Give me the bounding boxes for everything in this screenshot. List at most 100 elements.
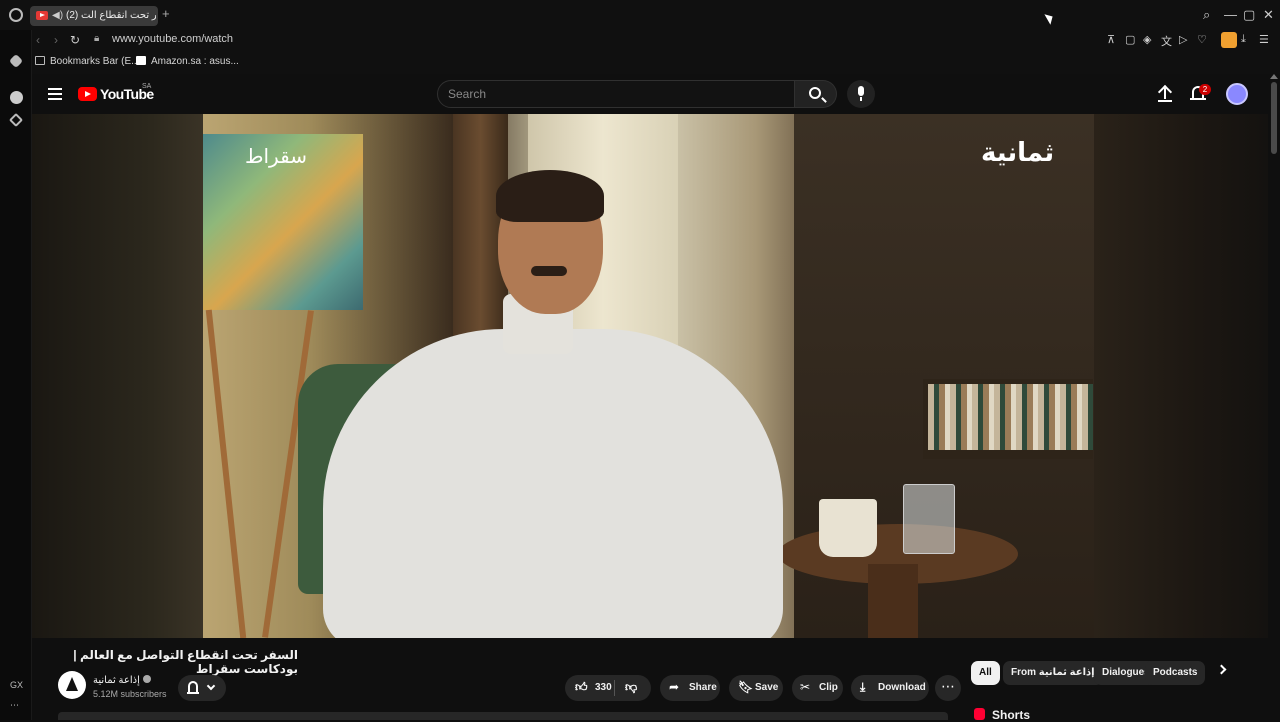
messenger-icon[interactable] — [10, 91, 23, 104]
heart-icon[interactable]: ♡ — [1197, 33, 1207, 46]
gx-label[interactable]: GX — [10, 680, 23, 690]
search-box — [437, 80, 795, 108]
speaker-icon[interactable]: ◀) — [52, 10, 63, 21]
scroll-up-icon[interactable] — [1270, 74, 1278, 79]
minimize-button[interactable]: — — [1224, 7, 1237, 22]
forward-icon[interactable]: › — [54, 33, 58, 47]
like-count[interactable]: 330 — [595, 682, 612, 693]
like-dislike-group: 👍︎ 330 👎︎ — [565, 675, 651, 701]
description-box[interactable] — [58, 712, 948, 720]
channel-avatar[interactable] — [58, 671, 86, 699]
easel-leg — [205, 309, 247, 638]
bookmark-icon: 🔖︎ — [738, 680, 754, 694]
share-label: Share — [689, 682, 717, 693]
side-table-base — [868, 564, 918, 638]
share-button[interactable]: ➦ Share — [660, 675, 720, 701]
snapshot-icon[interactable]: ▢ — [1125, 33, 1135, 46]
lock-icon: 🔒︎ — [94, 33, 100, 44]
address-bar: ‹ › ↻ 🔒︎ www.youtube.com/watch ⊼ ▢ ◈ 文 ▷… — [32, 30, 1280, 52]
video-player[interactable]: سقراط ثمانية — [32, 114, 1268, 638]
bell-icon — [187, 681, 199, 694]
create-upload-icon[interactable] — [1158, 86, 1172, 102]
close-button[interactable]: ✕ — [1263, 7, 1274, 23]
thmanyah-watermark: ثمانية — [981, 138, 1055, 168]
masthead: YouTube SA 2 — [32, 74, 1268, 114]
save-label: Save — [755, 682, 779, 693]
tab-title: (2) السفر تحت انقطاع الت — [66, 10, 156, 21]
extension-icon[interactable] — [1221, 32, 1237, 48]
chip-from-channel[interactable]: From إذاعة ثمانية — [1003, 661, 1103, 685]
youtube-favicon-icon — [36, 11, 48, 20]
workspace-icon[interactable] — [8, 112, 24, 128]
download-icon: ⤓ — [860, 680, 866, 694]
notification-badge: 2 — [1199, 84, 1211, 95]
maximize-button[interactable]: ▢ — [1243, 7, 1255, 23]
amazon-favicon-icon — [136, 56, 146, 65]
subscriber-count: 5.12M subscribers — [93, 689, 167, 699]
bookmark-item[interactable]: Bookmarks Bar (E... — [35, 56, 139, 67]
translate-icon[interactable]: 文 — [1161, 33, 1172, 49]
person-mustache — [531, 266, 567, 276]
voice-search-button[interactable] — [847, 80, 875, 108]
channel-name-text: إذاعة ثمانية — [93, 675, 140, 686]
coffee-cup — [819, 499, 877, 557]
clip-button[interactable]: ✂ Clip — [792, 675, 843, 701]
books — [928, 384, 1093, 450]
thumbs-down-icon[interactable]: 👎︎ — [625, 681, 637, 693]
chevron-right-icon[interactable] — [1216, 664, 1227, 675]
download-button[interactable]: ⤓ Download — [851, 675, 929, 701]
back-icon[interactable]: ‹ — [36, 33, 40, 47]
water-glass — [903, 484, 955, 554]
player-left-ambient — [32, 114, 203, 638]
youtube-logo-icon[interactable] — [78, 87, 97, 101]
subscription-bell-button[interactable] — [178, 675, 226, 701]
scrollbar-thumb[interactable] — [1271, 82, 1277, 154]
menu-icon[interactable]: ☰ — [1259, 33, 1269, 46]
more-actions-button[interactable]: ⋯ — [935, 675, 961, 701]
person-hair — [496, 170, 604, 222]
tab-search-icon[interactable]: ⌕ — [1203, 7, 1210, 23]
country-code: SA — [142, 83, 152, 90]
bookmarks-bar: Bookmarks Bar (E... Amazon.sa : asus... — [32, 52, 1280, 74]
browser-tab-active[interactable]: ◀) (2) السفر تحت انقطاع الت — [30, 6, 158, 26]
reload-icon[interactable]: ↻ — [70, 33, 80, 47]
microphone-icon — [858, 86, 864, 101]
shield-icon[interactable]: ◈ — [1143, 33, 1151, 46]
thumbs-up-icon[interactable]: 👍︎ — [575, 681, 588, 693]
youtube-page: YouTube SA 2 — [32, 74, 1280, 722]
browser-tab-bar: ◀) (2) السفر تحت انقطاع الت + ⌕ — ▢ ✕ — [0, 0, 1280, 30]
hamburger-menu-icon[interactable] — [48, 88, 62, 100]
search-icon — [809, 87, 821, 99]
verified-icon — [142, 675, 151, 683]
bookmark-label: Amazon.sa : asus... — [151, 56, 239, 67]
pin-icon[interactable]: ⊼ — [1107, 33, 1115, 46]
person-thobe — [323, 329, 783, 638]
more-icon[interactable]: ⋯ — [10, 700, 19, 711]
search-input[interactable] — [448, 81, 778, 107]
download-label: Download — [878, 682, 926, 693]
player-right-ambient — [1094, 114, 1268, 638]
mouse-cursor-icon — [1044, 11, 1056, 25]
download-manager-icon[interactable]: ⤓ — [1241, 33, 1246, 46]
url-field[interactable]: www.youtube.com/watch — [112, 33, 233, 45]
account-avatar[interactable] — [1226, 83, 1248, 105]
new-tab-button[interactable]: + — [162, 6, 170, 21]
page-scrollbar[interactable] — [1268, 74, 1280, 720]
bookmark-item[interactable]: Amazon.sa : asus... — [136, 56, 239, 67]
shorts-icon — [974, 708, 985, 720]
video-frame[interactable]: سقراط ثمانية — [203, 114, 1094, 638]
opera-logo-icon[interactable] — [9, 8, 23, 22]
chevron-down-icon — [206, 681, 216, 691]
save-button[interactable]: 🔖︎ Save — [729, 675, 783, 701]
folder-icon — [35, 56, 45, 65]
chip-all[interactable]: All — [971, 661, 1000, 685]
chip-podcasts[interactable]: Podcasts — [1145, 661, 1206, 685]
player-icon[interactable]: ▷ — [1179, 33, 1187, 46]
video-title: السفر تحت انقطاع التواصل مع العالم | بود… — [73, 648, 298, 676]
aria-icon[interactable] — [8, 53, 24, 69]
search-button[interactable] — [795, 80, 837, 108]
share-icon: ➦ — [669, 680, 680, 694]
channel-name[interactable]: إذاعة ثمانية — [93, 675, 151, 686]
browser-sidebar: GX ⋯ — [0, 30, 32, 720]
divider — [614, 680, 615, 696]
